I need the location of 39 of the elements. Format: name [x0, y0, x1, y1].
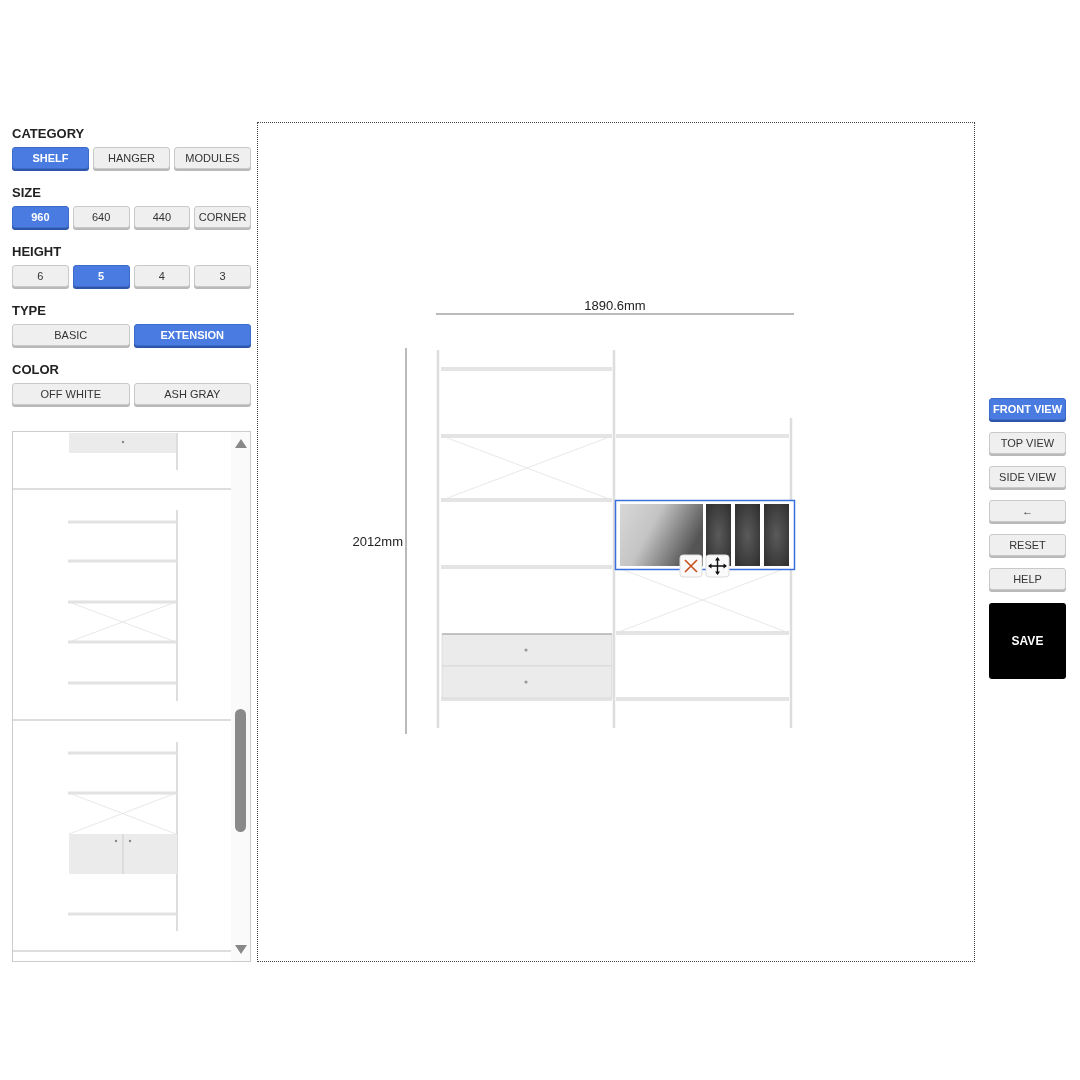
scroll-up-icon[interactable] [234, 438, 248, 448]
delete-button[interactable] [679, 554, 703, 578]
scrollbar-thumb[interactable] [235, 709, 246, 832]
option-button[interactable]: 6 [12, 265, 69, 287]
option-button[interactable]: 640 [72, 206, 130, 228]
option-button[interactable]: HANGER [93, 147, 170, 169]
section-title: COLOR [12, 362, 59, 378]
tool-button[interactable]: HELP [989, 568, 1066, 590]
tool-button[interactable]: RESET [989, 534, 1066, 556]
option-button[interactable]: SHELF [12, 147, 89, 169]
option-button[interactable]: 440 [133, 206, 191, 228]
view-button[interactable]: TOP VIEW [989, 432, 1066, 454]
option-button[interactable]: CORNER [194, 206, 251, 228]
save-button[interactable]: SAVE [989, 603, 1066, 679]
option-button[interactable]: 960 [12, 206, 69, 228]
option-button[interactable]: ASH GRAY [133, 383, 251, 405]
section-title: TYPE [12, 303, 46, 319]
module-thumbnail[interactable] [68, 741, 178, 932]
height-label: 2012mm [352, 534, 403, 549]
module-thumbnail[interactable] [68, 509, 178, 702]
module-thumbnail[interactable] [69, 432, 178, 471]
selected-module[interactable] [614, 499, 796, 571]
shelf-drawing[interactable] [436, 350, 793, 728]
view-button[interactable]: SIDE VIEW [989, 466, 1066, 488]
section-title: SIZE [12, 185, 41, 201]
section-title: HEIGHT [12, 244, 62, 260]
option-button[interactable]: BASIC [12, 324, 130, 346]
option-button[interactable]: MODULES [174, 147, 251, 169]
option-button[interactable]: OFF WHITE [12, 383, 130, 405]
view-button[interactable]: FRONT VIEW [989, 398, 1066, 420]
option-button[interactable]: 4 [133, 265, 191, 287]
move-button[interactable] [705, 554, 730, 578]
width-label: 1890.6mm [584, 298, 646, 313]
section-title: CATEGORY [12, 126, 85, 142]
scroll-down-icon[interactable] [234, 945, 248, 955]
option-button[interactable]: 5 [72, 265, 130, 287]
option-button[interactable]: 3 [194, 265, 251, 287]
option-button[interactable]: EXTENSION [133, 324, 251, 346]
tool-button[interactable]: ← [989, 500, 1066, 522]
